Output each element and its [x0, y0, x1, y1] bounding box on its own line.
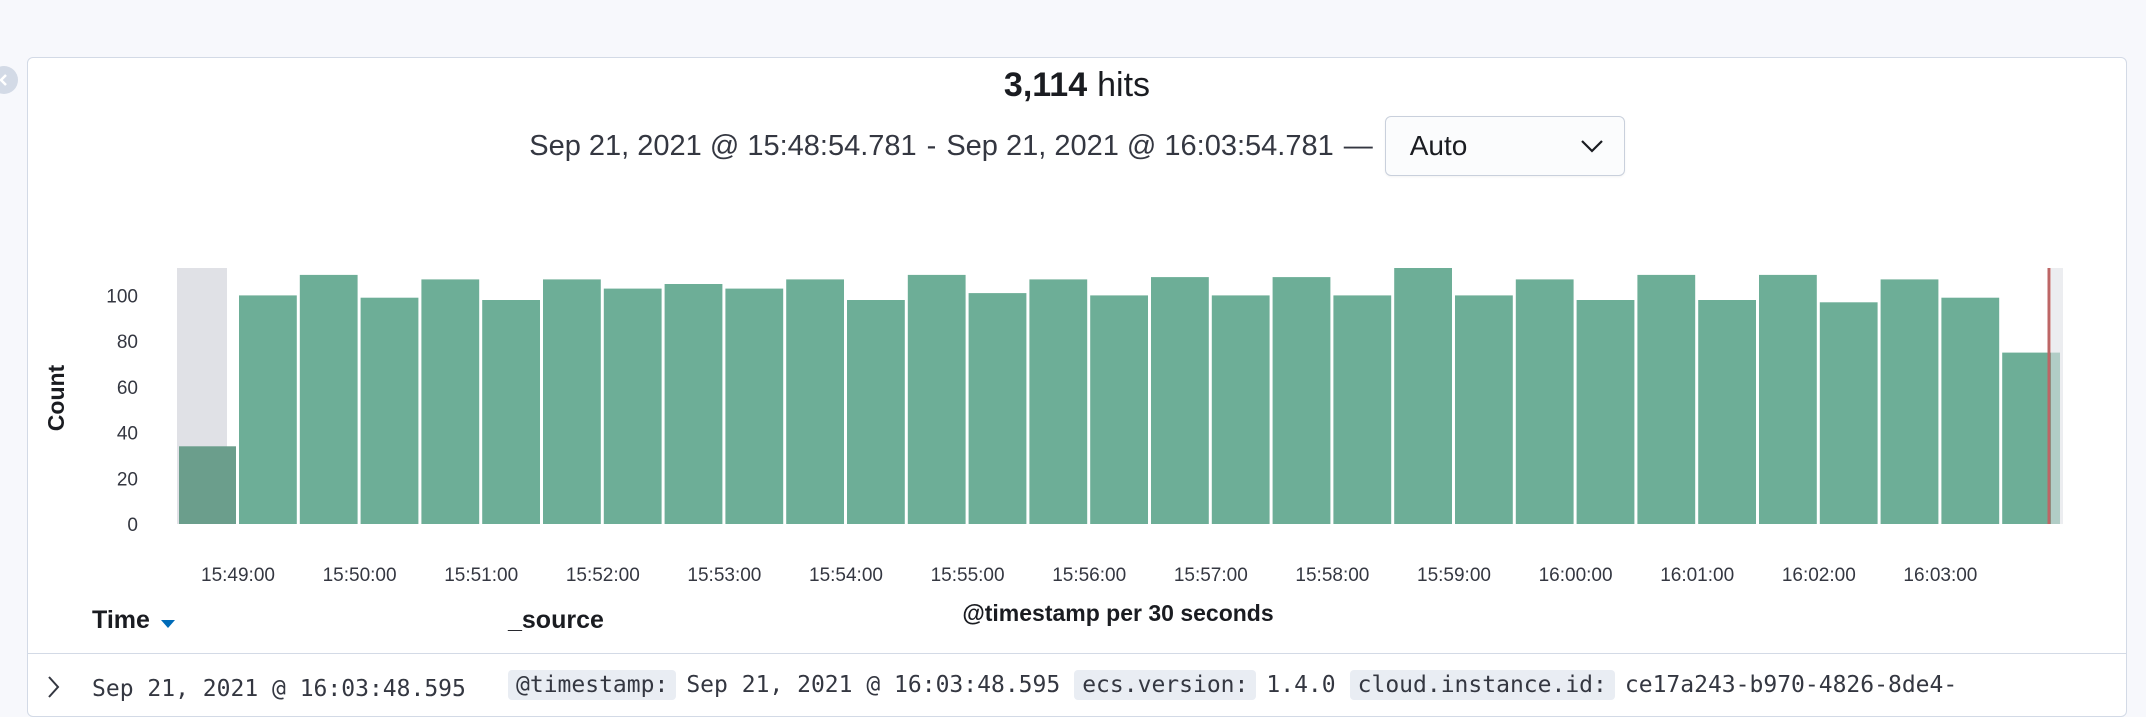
histogram-bar [1211, 295, 1270, 524]
x-tick-label: 16:02:00 [1782, 565, 1856, 586]
histogram-bar [1333, 295, 1392, 524]
histogram-bar [1455, 295, 1513, 524]
row-time-cell: Sep 21, 2021 @ 16:03:48.595 [92, 676, 466, 702]
y-tick-label: 100 [106, 286, 138, 307]
histogram-bar [907, 274, 966, 524]
histogram-bar [603, 288, 662, 524]
x-tick-label: 15:55:00 [931, 565, 1005, 586]
column-header-time-label: Time [92, 606, 150, 634]
table-header-divider [28, 653, 2126, 654]
histogram-bar [1759, 274, 1817, 524]
column-header-source-label: _source [508, 606, 604, 634]
hits-label: hits [1097, 66, 1151, 104]
x-tick-label: 15:58:00 [1295, 565, 1369, 586]
x-tick-label: 15:54:00 [809, 565, 883, 586]
histogram-bar [664, 284, 723, 524]
x-tick-label: 15:49:00 [201, 565, 275, 586]
hits-counter: 3,114 hits [28, 66, 2126, 105]
discover-chart-panel: 3,114 hits Sep 21, 2021 @ 15:48:54.781 - … [27, 57, 2127, 717]
x-tick-label: 16:00:00 [1539, 565, 1613, 586]
time-range-separator: - [926, 129, 937, 162]
y-tick-label: 20 [117, 469, 138, 490]
histogram-chart[interactable]: 0 20 40 60 80 100 15:49:00 15:50:00 15:51:00 15:5… [28, 198, 2126, 638]
field-value-ecs-version: 1.4.0 [1266, 672, 1336, 698]
column-header-source[interactable]: _source [508, 606, 604, 635]
chevron-down-icon [1580, 140, 1603, 153]
interval-select[interactable]: Auto [1384, 116, 1625, 176]
x-tick-label: 15:57:00 [1174, 565, 1248, 586]
y-tick-label: 0 [127, 515, 138, 536]
histogram-bar [786, 279, 844, 524]
histogram-bar [421, 279, 480, 524]
time-range-to: Sep 21, 2021 @ 16:03:54.781 [946, 129, 1334, 162]
histogram-bar [847, 300, 905, 524]
histogram-bar [725, 288, 784, 524]
x-tick-label: 15:52:00 [566, 565, 640, 586]
x-tick-label: 15:59:00 [1417, 565, 1491, 586]
x-tick-label: 16:03:00 [1903, 565, 1977, 586]
histogram-bar [299, 274, 358, 524]
partial-bucket-shade-end [2051, 268, 2063, 524]
histogram-bar [1515, 279, 1574, 524]
collapse-sidebar-button[interactable] [0, 66, 18, 94]
x-tick-label: 15:53:00 [687, 565, 761, 586]
histogram-bar [1090, 295, 1148, 524]
histogram-bar [1029, 279, 1088, 524]
y-axis-label: Count [43, 364, 69, 431]
field-value-timestamp: Sep 21, 2021 @ 16:03:48.595 [686, 672, 1061, 698]
histogram-bar [1272, 277, 1331, 524]
time-range-row: Sep 21, 2021 @ 15:48:54.781 - Sep 21, 20… [28, 116, 2126, 176]
arrow-left-icon [0, 74, 7, 86]
histogram-bar [239, 295, 297, 524]
histogram-bar [179, 446, 236, 524]
histogram-bar [1151, 277, 1209, 524]
y-tick-label: 60 [117, 378, 138, 399]
x-axis-label: @timestamp per 30 seconds [962, 600, 1273, 626]
chevron-right-icon[interactable] [44, 674, 64, 700]
hits-count: 3,114 [1003, 66, 1088, 104]
histogram-bar [1394, 268, 1452, 524]
x-tick-label: 16:01:00 [1660, 565, 1734, 586]
field-value-cloud-instance-id: ce17a243-b970-4826-8de4- [1624, 672, 1958, 698]
histogram-bar [360, 297, 419, 524]
x-tick-label: 15:51:00 [444, 565, 518, 586]
y-tick-label: 80 [117, 332, 138, 353]
column-header-time[interactable]: Time [92, 606, 176, 635]
histogram-bar [968, 293, 1027, 524]
histogram-bar [1941, 297, 2000, 524]
histogram-bar [1880, 279, 1939, 524]
histogram-bar [482, 300, 540, 524]
x-tick-label: 15:56:00 [1052, 565, 1126, 586]
histogram-bar [1698, 300, 1756, 524]
histogram-bar [1576, 300, 1635, 524]
histogram-svg: 0 20 40 60 80 100 15:49:00 15:50:00 15:51:00 15:5… [43, 268, 2063, 626]
sort-down-icon[interactable] [160, 619, 176, 629]
interval-selected-value: Auto [1409, 130, 1468, 161]
interval-dash: — [1343, 129, 1373, 162]
y-tick-label: 40 [117, 424, 138, 445]
histogram-bar [543, 279, 601, 524]
table-row: Sep 21, 2021 @ 16:03:48.595 @timestamp: … [28, 668, 2126, 716]
time-range-from: Sep 21, 2021 @ 15:48:54.781 [529, 129, 917, 162]
x-tick-label: 15:50:00 [323, 565, 397, 586]
histogram-bar [1637, 274, 1696, 524]
histogram-bar [1819, 302, 1878, 524]
